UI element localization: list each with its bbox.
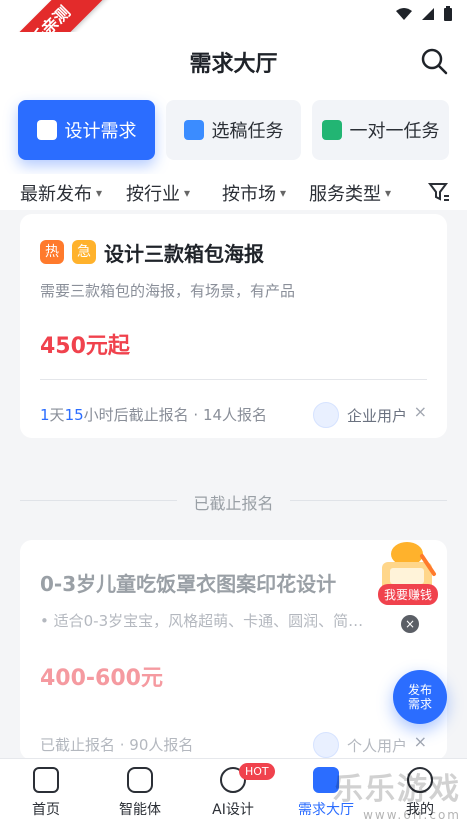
closed-label: 已截止报名 — [177, 494, 290, 513]
tab-label: 设计需求 — [64, 121, 137, 142]
hot-badge: 热 — [40, 240, 64, 264]
publish-demand-button[interactable]: 发布 需求 — [393, 670, 447, 724]
card-title: 0-3岁儿童吃饭罩衣图案印花设计 — [40, 572, 337, 596]
earn-money-button[interactable]: 我要赚钱 — [378, 584, 439, 605]
publisher: 个人用户 — [312, 732, 407, 758]
card-price: 400-600元 — [40, 666, 163, 691]
filter-market[interactable]: 按市场 ▾ — [222, 180, 286, 206]
deadline-suffix: 小时后截止报名 · 14人报名 — [83, 406, 268, 424]
nav-label: AI设计 — [212, 802, 254, 818]
agent-icon — [127, 767, 153, 793]
one-to-one-icon — [321, 120, 342, 140]
tab-pick-draft[interactable]: 选稿任务 — [166, 100, 301, 160]
tab-one-to-one[interactable]: 一对一任务 — [312, 100, 449, 160]
tab-label: 一对一任务 — [349, 121, 440, 142]
user-type: 企业用户 — [346, 406, 407, 425]
deadline-days: 1 — [40, 406, 50, 424]
card-price: 450元起 — [40, 334, 130, 359]
user-type: 个人用户 — [346, 736, 407, 755]
category-tabs: 设计需求 选稿任务 一对一任务 — [0, 90, 467, 174]
filter-industry[interactable]: 按行业 ▾ — [126, 180, 190, 206]
card-description: • 适合0-3岁宝宝，风格超萌、卡通、圆润、简… — [40, 612, 364, 630]
card-title: 设计三款箱包海报 — [104, 242, 264, 266]
filter-label: 最新发布 — [20, 184, 92, 205]
publish-line2: 需求 — [407, 697, 432, 711]
nav-label: 首页 — [32, 802, 60, 818]
site-watermark: 乐乐游戏 www.6li.com — [333, 764, 461, 822]
caret-down-icon: ▾ — [184, 186, 191, 200]
publish-line1: 发布 — [407, 683, 432, 697]
caret-down-icon: ▾ — [96, 186, 103, 200]
deadline-hours: 15 — [64, 406, 84, 424]
deadline-info: 1天15小时后截止报名 · 14人报名 — [40, 404, 267, 425]
filter-label: 服务类型 — [309, 184, 381, 205]
nav-label: 智能体 — [119, 802, 161, 818]
hot-tag: HOT — [239, 763, 275, 780]
top-app-bar: 需求大厅 — [0, 32, 467, 90]
filter-label: 按行业 — [126, 184, 180, 205]
avatar — [312, 402, 339, 428]
wifi-icon — [396, 8, 412, 20]
status-icons — [395, 6, 453, 22]
filter-bar: 最新发布 ▾ 按行业 ▾ 按市场 ▾ 服务类型 ▾ — [0, 174, 467, 210]
section-label: 已截止报名 — [0, 490, 467, 514]
deadline-day-unit: 天 — [49, 406, 65, 424]
caret-down-icon: ▾ — [280, 186, 287, 200]
design-doc-icon — [36, 120, 57, 140]
card-description: 需要三款箱包的海报，有场景，有产品 — [40, 282, 296, 300]
closed-info: 已截止报名 · 90人报名 — [40, 736, 194, 754]
demand-card[interactable]: 热 急 设计三款箱包海报 需要三款箱包的海报，有场景，有产品 450元起 1天1… — [20, 214, 447, 438]
dismiss-icon[interactable]: × — [414, 402, 427, 421]
filter-funnel-icon[interactable] — [427, 180, 451, 204]
page-title: 需求大厅 — [189, 52, 278, 77]
watermark-url: www.6li.com — [363, 808, 461, 822]
close-icon[interactable]: × — [401, 615, 419, 633]
filter-service-type[interactable]: 服务类型 ▾ — [309, 180, 391, 206]
avatar — [312, 732, 339, 758]
watermark-main: 乐乐游戏 — [333, 772, 461, 807]
home-icon — [33, 767, 59, 793]
nav-home[interactable]: 首页 — [6, 767, 86, 819]
search-icon[interactable] — [419, 46, 449, 76]
pick-draft-icon — [183, 120, 204, 140]
signal-icon — [422, 8, 434, 20]
filter-label: 按市场 — [222, 184, 276, 205]
badge-group: 热 急 — [40, 240, 96, 264]
nav-ai-design[interactable]: HOT AI设计 — [193, 763, 275, 819]
caret-down-icon: ▾ — [385, 186, 392, 200]
filter-latest[interactable]: 最新发布 ▾ — [20, 180, 102, 206]
tab-label: 选稿任务 — [211, 121, 284, 142]
urgent-badge: 急 — [72, 240, 96, 264]
publisher: 企业用户 — [312, 402, 407, 428]
nav-agent[interactable]: 智能体 — [100, 767, 180, 819]
card-divider — [40, 379, 427, 380]
tab-design-demand[interactable]: 设计需求 — [18, 100, 155, 160]
battery-icon — [444, 6, 452, 21]
dismiss-icon[interactable]: × — [414, 732, 427, 751]
